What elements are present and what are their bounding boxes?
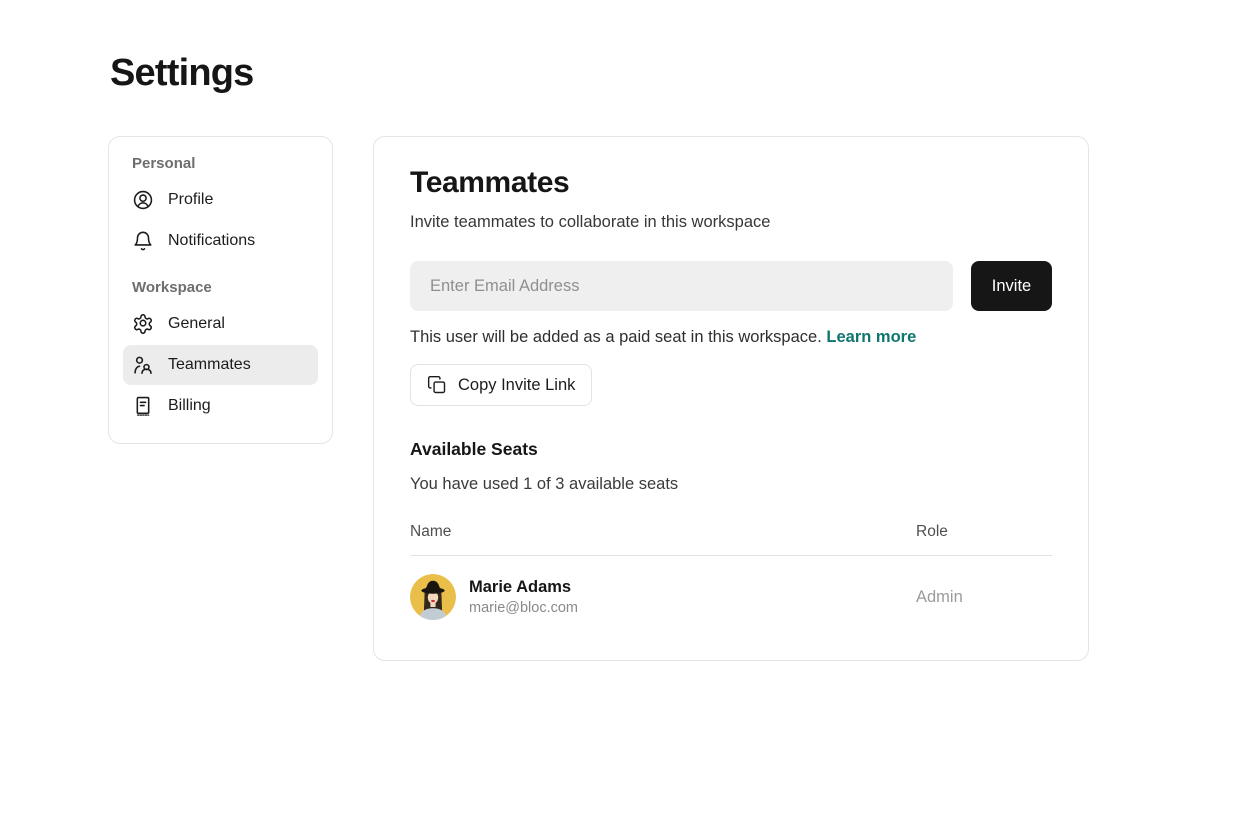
users-icon <box>132 354 154 376</box>
paid-seat-note: This user will be added as a paid seat i… <box>410 328 1052 347</box>
teammates-panel: Teammates Invite teammates to collaborat… <box>373 136 1089 661</box>
sidebar-item-general[interactable]: General <box>123 304 318 344</box>
member-role: Admin <box>916 588 1052 607</box>
page-title: Settings <box>110 52 1236 95</box>
sidebar-section-workspace: Workspace <box>123 279 318 296</box>
user-circle-icon <box>132 189 154 211</box>
members-table-header: Name Role <box>410 523 1052 556</box>
learn-more-link[interactable]: Learn more <box>826 328 916 346</box>
invite-row: Invite <box>410 261 1052 311</box>
member-name: Marie Adams <box>469 578 578 597</box>
copy-invite-link-button[interactable]: Copy Invite Link <box>410 364 592 406</box>
seats-usage-text: You have used 1 of 3 available seats <box>410 475 1052 494</box>
available-seats-heading: Available Seats <box>410 439 1052 460</box>
email-input[interactable] <box>410 261 953 311</box>
sidebar-item-profile[interactable]: Profile <box>123 180 318 220</box>
content-area: Personal Profile Notifications Workspace… <box>108 136 1236 661</box>
avatar-illustration <box>410 574 456 620</box>
invite-button[interactable]: Invite <box>971 261 1052 311</box>
sidebar-item-teammates[interactable]: Teammates <box>123 345 318 385</box>
member-name-cell: Marie Adams marie@bloc.com <box>410 574 916 620</box>
column-header-name: Name <box>410 523 916 541</box>
settings-page: Settings Personal Profile Notifications … <box>0 0 1236 661</box>
panel-title: Teammates <box>410 166 1052 200</box>
sidebar-item-label: Billing <box>168 397 211 415</box>
panel-subtitle: Invite teammates to collaborate in this … <box>410 213 1052 232</box>
settings-sidebar: Personal Profile Notifications Workspace… <box>108 136 333 444</box>
sidebar-item-label: Profile <box>168 191 213 209</box>
sidebar-item-label: Notifications <box>168 232 255 250</box>
avatar <box>410 574 456 620</box>
gear-icon <box>132 313 154 335</box>
sidebar-section-personal: Personal <box>123 155 318 172</box>
sidebar-item-notifications[interactable]: Notifications <box>123 221 318 261</box>
paid-seat-note-text: This user will be added as a paid seat i… <box>410 328 822 346</box>
receipt-icon <box>132 395 154 417</box>
member-email: marie@bloc.com <box>469 600 578 616</box>
column-header-role: Role <box>916 523 1052 541</box>
member-identity: Marie Adams marie@bloc.com <box>469 578 578 616</box>
copy-icon <box>427 375 447 395</box>
sidebar-item-label: General <box>168 315 225 333</box>
sidebar-item-label: Teammates <box>168 356 251 374</box>
bell-icon <box>132 230 154 252</box>
sidebar-item-billing[interactable]: Billing <box>123 386 318 426</box>
copy-invite-link-label: Copy Invite Link <box>458 376 575 395</box>
table-row: Marie Adams marie@bloc.com Admin <box>410 574 1052 620</box>
